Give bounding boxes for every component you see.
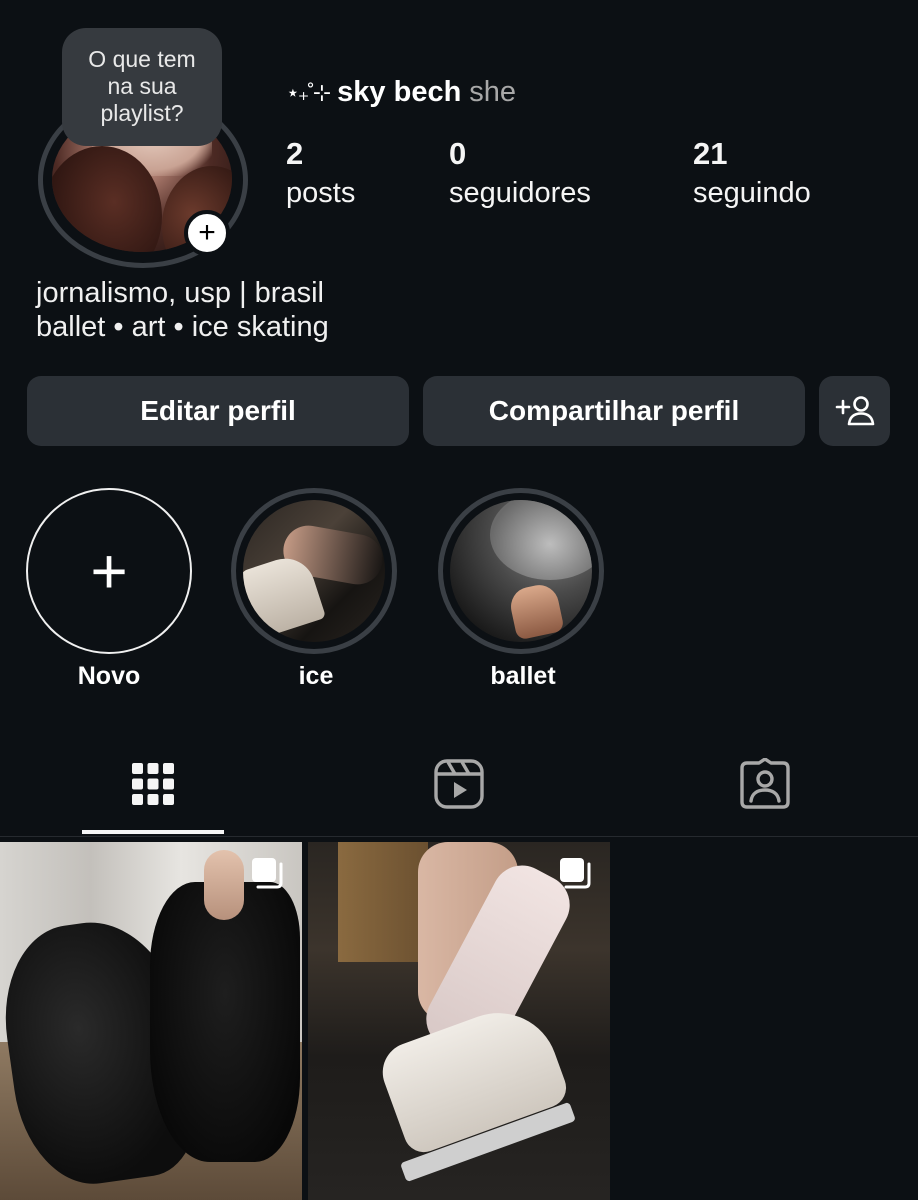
tab-reels[interactable] (427, 752, 491, 816)
share-profile-button[interactable]: Compartilhar perfil (423, 376, 805, 446)
add-person-icon (835, 396, 874, 426)
carousel-icon (560, 858, 591, 889)
stat-followers-label: seguidores (449, 177, 591, 209)
note-line-2: na sua (107, 73, 177, 99)
stat-followers[interactable]: 0 seguidores (449, 134, 591, 212)
note-line-1: O que tem (88, 46, 196, 72)
tagged-icon (740, 758, 790, 809)
bio-line-2: ballet • art • ice skating (36, 311, 329, 343)
active-tab-indicator (82, 830, 224, 834)
stat-posts[interactable]: 2 posts (286, 134, 355, 212)
highlight-ice-cover (243, 500, 385, 642)
note-bubble[interactable]: O que tem na sua playlist? (62, 28, 222, 146)
bio-line-1: jornalismo, usp | brasil (36, 277, 324, 309)
highlight-new[interactable]: + Novo (24, 488, 194, 691)
stat-following-value: 21 (693, 136, 728, 171)
profile-username: sky bech (337, 76, 462, 108)
stat-posts-value: 2 (286, 136, 304, 171)
stat-following-label: seguindo (693, 177, 811, 209)
profile-bio: jornalismo, usp | brasil ballet • art • … (36, 276, 329, 344)
note-line-3: playlist? (100, 100, 184, 126)
profile-name-row: ⋆₊˚⊹ sky bech she (286, 76, 516, 109)
tab-divider (0, 836, 918, 837)
plus-icon: + (90, 535, 128, 607)
highlight-ice-ring (231, 488, 397, 654)
grid-icon (132, 763, 174, 805)
highlight-ballet-cover (450, 500, 592, 642)
sparkle-icon: ⋆₊˚⊹ (286, 79, 331, 105)
highlight-ballet-label: ballet (490, 662, 556, 690)
post-thumbnail[interactable] (308, 842, 610, 1200)
reels-icon (434, 759, 484, 809)
profile-page: + O que tem na sua playlist? ⋆₊˚⊹ sky be… (0, 0, 918, 1200)
carousel-icon (252, 858, 283, 889)
tab-posts[interactable] (121, 752, 185, 816)
highlight-ballet[interactable]: ballet (438, 488, 608, 691)
stat-followers-value: 0 (449, 136, 467, 171)
highlight-new-circle: + (26, 488, 192, 654)
profile-pronouns: she (469, 76, 517, 108)
stat-following[interactable]: 21 seguindo (693, 134, 811, 212)
highlight-ice[interactable]: ice (231, 488, 401, 691)
tab-tagged[interactable] (733, 752, 797, 816)
add-story-plus-icon[interactable]: + (184, 210, 230, 256)
discover-people-button[interactable] (819, 376, 890, 446)
post-thumbnail[interactable] (0, 842, 302, 1200)
highlight-ballet-ring (438, 488, 604, 654)
highlight-ice-label: ice (298, 662, 334, 690)
highlight-new-label: Novo (77, 662, 141, 690)
edit-profile-button[interactable]: Editar perfil (27, 376, 409, 446)
stat-posts-label: posts (286, 177, 356, 209)
